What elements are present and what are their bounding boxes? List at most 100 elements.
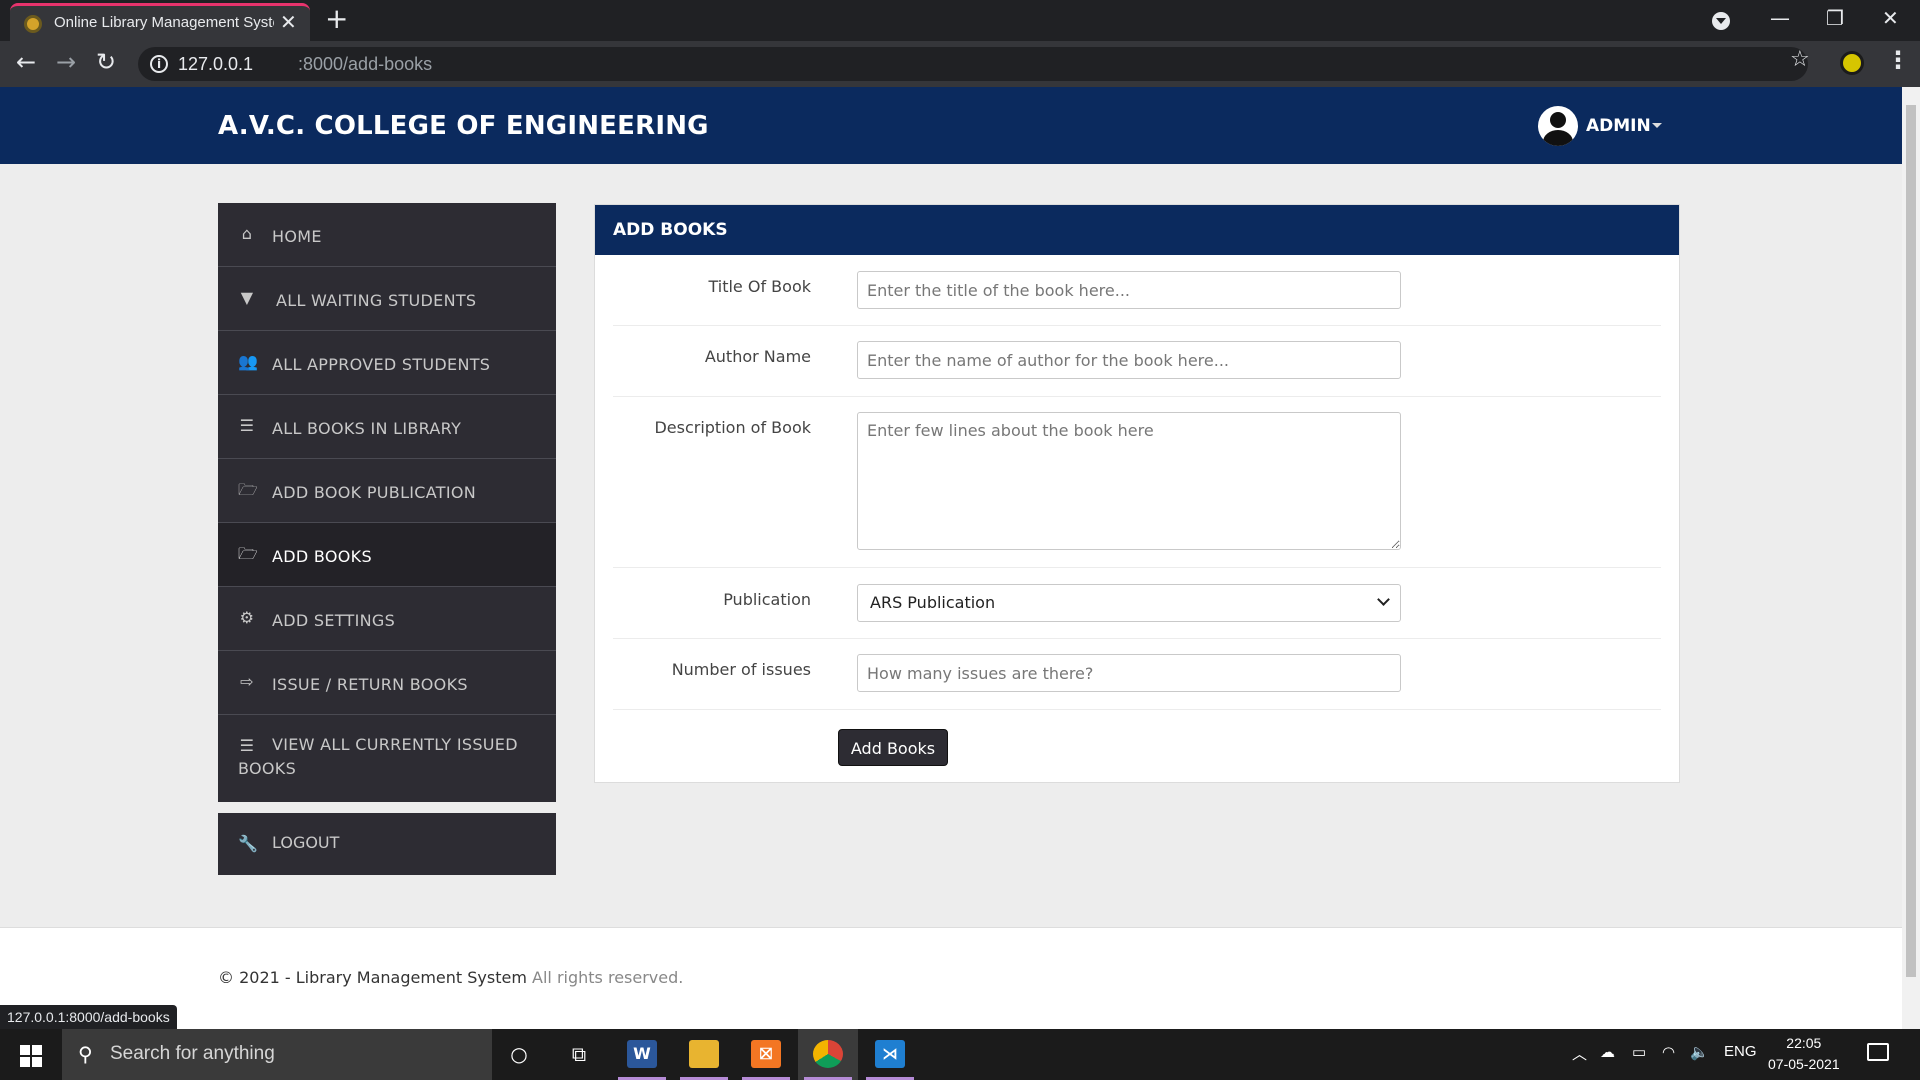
search-icon: ⚲ <box>78 1042 93 1066</box>
copyright-text: © 2021 - Library Management System <box>218 968 527 987</box>
form-row-description: Description of Book <box>613 397 1661 568</box>
language-indicator[interactable]: ENG <box>1724 1043 1757 1060</box>
gear-icon: ⚙ <box>239 608 255 627</box>
sidebar-item-waiting-students[interactable]: ▼ ALL WAITING STUDENTS <box>218 267 556 331</box>
new-tab-icon[interactable]: + <box>325 2 348 35</box>
panel-heading: ADD BOOKS <box>595 205 1679 255</box>
onedrive-icon[interactable]: ☁ <box>1600 1043 1615 1061</box>
issues-label: Number of issues <box>671 660 811 679</box>
sidebar-item-issue-return[interactable]: ⇨ ISSUE / RETURN BOOKS <box>218 651 556 715</box>
sidebar-item-label: ALL WAITING STUDENTS <box>276 291 477 310</box>
browser-toolbar: ← → ↻ i 127.0.0.1 :8000/add-books ☆ ⋮ <box>0 41 1920 87</box>
wifi-icon[interactable]: ◠ <box>1662 1043 1675 1061</box>
taskbar-search-placeholder: Search for anything <box>110 1043 275 1064</box>
author-label: Author Name <box>704 347 811 366</box>
user-menu-label[interactable]: ADMIN <box>1586 116 1651 136</box>
bookmark-star-icon[interactable]: ☆ <box>1790 47 1810 72</box>
show-hidden-icons-icon[interactable]: ︿ <box>1572 1043 1587 1064</box>
reload-icon[interactable]: ↻ <box>96 48 116 76</box>
forward-icon[interactable]: → <box>56 48 76 76</box>
title-label: Title Of Book <box>708 277 811 296</box>
taskbar-clock[interactable]: 22:05 07-05-2021 <box>1768 1033 1840 1075</box>
issues-input[interactable] <box>857 654 1401 692</box>
folder-open-icon: 🗁 <box>238 480 259 499</box>
sidebar-item-issued-books[interactable]: ☰ VIEW ALL CURRENTLY ISSUED BOOKS <box>218 715 556 802</box>
site-header: A.V.C. COLLEGE OF ENGINEERING ADMIN <box>0 87 1902 164</box>
windows-taskbar: ⚲ Search for anything ○ ⧉ W ⛝ ⋊ ︿ ☁ ▭ ◠ … <box>0 1029 1920 1080</box>
logout-label: LOGOUT <box>272 833 340 852</box>
page-viewport: A.V.C. COLLEGE OF ENGINEERING ADMIN ⌂ HO… <box>0 87 1902 1029</box>
publication-selected-value: ARS Publication <box>870 593 996 612</box>
filter-icon: ▼ <box>240 288 254 307</box>
sidebar-item-approved-students[interactable]: 👥 ALL APPROVED STUDENTS <box>218 331 556 395</box>
notifications-icon[interactable] <box>1867 1043 1889 1061</box>
file-explorer-icon <box>689 1040 719 1068</box>
sidebar-item-label: ADD BOOK PUBLICATION <box>272 483 477 502</box>
clock-time: 22:05 <box>1786 1035 1822 1051</box>
vscode-app-button[interactable]: ⋊ <box>860 1029 920 1080</box>
link-status-bubble: 127.0.0.1:8000/add-books <box>0 1005 177 1029</box>
form-row-issues: Number of issues <box>613 639 1661 710</box>
back-icon[interactable]: ← <box>16 48 36 76</box>
page-scrollbar[interactable] <box>1902 87 1920 1029</box>
xampp-app-button[interactable]: ⛝ <box>736 1029 796 1080</box>
restore-icon[interactable]: ❐ <box>1826 6 1844 30</box>
minimize-icon[interactable]: — <box>1770 6 1790 30</box>
sidebar-item-add-book-publication[interactable]: 🗁 ADD BOOK PUBLICATION <box>218 459 556 523</box>
wrench-icon: 🔧 <box>238 834 258 853</box>
volume-icon[interactable]: 🔈 <box>1690 1043 1709 1061</box>
sidebar-item-label: VIEW ALL CURRENTLY ISSUED BOOKS <box>238 735 518 778</box>
rights-text: All rights reserved. <box>532 968 684 987</box>
panel-title: ADD BOOKS <box>613 220 728 240</box>
word-app-button[interactable]: W <box>612 1029 672 1080</box>
title-input[interactable] <box>857 271 1401 309</box>
list-icon: ☰ <box>239 416 255 435</box>
sidebar-item-home[interactable]: ⌂ HOME <box>218 203 556 267</box>
clock-date: 07-05-2021 <box>1768 1056 1840 1072</box>
tab-search-icon[interactable] <box>1712 12 1730 30</box>
description-textarea[interactable] <box>857 412 1401 550</box>
cortana-icon[interactable]: ○ <box>504 1039 534 1069</box>
sidebar-item-add-books[interactable]: 🗁 ADD BOOKS <box>218 523 556 587</box>
sidebar-item-label: HOME <box>272 227 322 246</box>
chrome-app-button[interactable] <box>798 1029 858 1080</box>
windows-start-icon[interactable] <box>20 1045 42 1067</box>
scrollbar-thumb[interactable] <box>1906 105 1916 977</box>
sidebar-item-add-settings[interactable]: ⚙ ADD SETTINGS <box>218 587 556 651</box>
share-icon: ⇨ <box>240 672 254 691</box>
publication-select[interactable]: ARS Publication <box>857 584 1401 622</box>
close-window-icon[interactable]: ✕ <box>1882 6 1899 30</box>
task-view-icon[interactable]: ⧉ <box>564 1039 594 1069</box>
logout-button[interactable]: 🔧 LOGOUT <box>218 813 556 875</box>
site-brand[interactable]: A.V.C. COLLEGE OF ENGINEERING <box>218 111 709 141</box>
chevron-down-icon <box>1377 593 1390 606</box>
form-row-publication: Publication ARS Publication <box>613 568 1661 639</box>
site-info-icon[interactable]: i <box>150 55 168 73</box>
file-explorer-app-button[interactable] <box>674 1029 734 1080</box>
taskbar-search-box[interactable]: ⚲ Search for anything <box>62 1029 492 1080</box>
caret-down-icon[interactable] <box>1652 123 1662 128</box>
battery-icon[interactable]: ▭ <box>1632 1043 1646 1061</box>
browser-tab-strip: Online Library Management System ✕ + — ❐… <box>0 0 1920 41</box>
author-input[interactable] <box>857 341 1401 379</box>
form-row-author: Author Name <box>613 326 1661 397</box>
address-bar[interactable]: i 127.0.0.1 :8000/add-books <box>138 47 1808 81</box>
xampp-icon: ⛝ <box>751 1040 781 1068</box>
browser-menu-icon[interactable]: ⋮ <box>1886 46 1910 74</box>
home-icon: ⌂ <box>241 224 253 243</box>
close-tab-icon[interactable]: ✕ <box>280 10 297 34</box>
sidebar-nav: ⌂ HOME ▼ ALL WAITING STUDENTS 👥 ALL APPR… <box>218 203 556 802</box>
user-avatar-icon[interactable] <box>1538 106 1578 146</box>
sidebar-item-label: ADD SETTINGS <box>272 611 396 630</box>
add-books-button[interactable]: Add Books <box>838 729 948 766</box>
sidebar-item-label: ISSUE / RETURN BOOKS <box>272 675 468 694</box>
folder-open-icon: 🗁 <box>238 544 259 563</box>
sidebar-item-label: ALL APPROVED STUDENTS <box>272 355 491 374</box>
description-label: Description of Book <box>654 418 811 437</box>
sidebar-item-label: ADD BOOKS <box>272 547 372 566</box>
sidebar-item-all-books[interactable]: ☰ ALL BOOKS IN LIBRARY <box>218 395 556 459</box>
browser-tab[interactable]: Online Library Management System ✕ <box>10 3 310 41</box>
site-favicon-icon <box>24 15 42 33</box>
vscode-icon: ⋊ <box>875 1040 905 1068</box>
extension-icon[interactable] <box>1840 51 1864 75</box>
